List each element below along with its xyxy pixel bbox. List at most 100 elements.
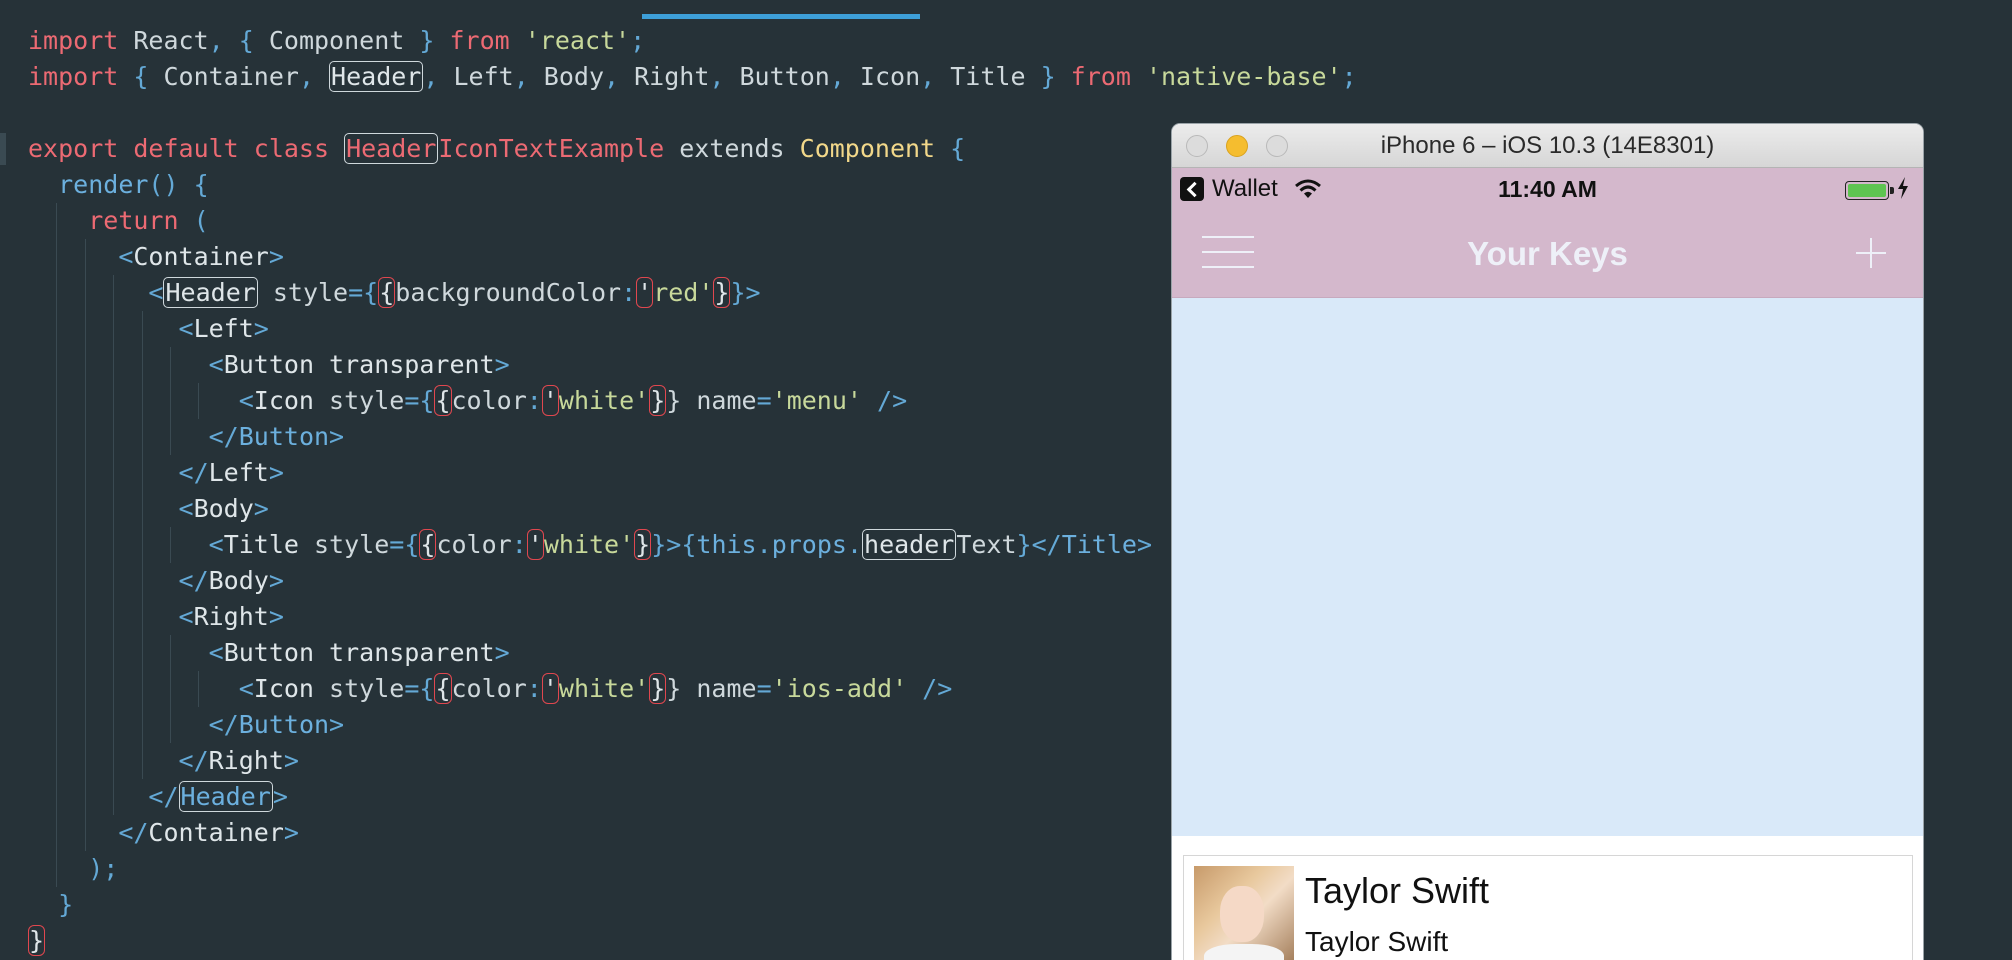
code-token: = xyxy=(756,674,772,703)
code-token: < xyxy=(238,386,254,415)
card-subtitle: Taylor Swift xyxy=(1305,926,1449,957)
code-token: ' xyxy=(541,673,559,704)
code-token: }</ xyxy=(1016,530,1062,559)
code-token: Header xyxy=(344,133,439,164)
code-token: ( xyxy=(178,206,209,235)
code-token: ' xyxy=(619,530,635,559)
code-token: color xyxy=(451,386,527,415)
code-token: Right xyxy=(208,746,284,775)
code-token: , xyxy=(604,62,635,91)
code-token: </ xyxy=(178,566,209,595)
code-token: Body xyxy=(208,566,269,595)
card-title: Taylor Swift xyxy=(1305,870,1490,911)
code-token: = xyxy=(389,530,405,559)
code-token: > xyxy=(272,782,288,811)
code-token: { xyxy=(419,674,435,703)
code-token: Title xyxy=(950,62,1026,91)
code-token: white xyxy=(558,674,635,703)
code-token: > xyxy=(494,638,510,667)
code-token: , xyxy=(423,62,454,91)
code-token: </ xyxy=(208,710,239,739)
code-token: > xyxy=(268,458,284,487)
code-token: ' xyxy=(526,529,544,560)
code-token: props xyxy=(771,530,847,559)
code-line: <Body> xyxy=(28,491,1357,527)
code-line: </Button> xyxy=(28,707,1357,743)
add-icon[interactable] xyxy=(1852,234,1890,272)
code-token: < xyxy=(208,350,224,379)
code-token: </ xyxy=(178,746,209,775)
code-line: <Container> xyxy=(28,239,1357,275)
code-token: Title xyxy=(1061,530,1137,559)
ios-simulator-window: iPhone 6 – iOS 10.3 (14E8301) Wallet 11:… xyxy=(1172,124,1923,960)
code-token: ' xyxy=(634,386,650,415)
code-token: import xyxy=(28,26,119,55)
code-token: Header xyxy=(178,781,273,812)
list-item[interactable]: Taylor Swift Taylor Swift xyxy=(1183,855,1913,960)
code-token: { xyxy=(681,530,697,559)
charging-bolt-icon xyxy=(1898,177,1908,199)
code-token: , xyxy=(513,62,544,91)
code-token: ' xyxy=(634,674,650,703)
code-token: import xyxy=(28,62,119,91)
code-line: import { Container, Header, Left, Body, … xyxy=(28,59,1357,95)
code-token: render xyxy=(58,170,149,199)
code-line: <Icon style={{color:'white'}} name='menu… xyxy=(28,383,1357,419)
code-token: export default class xyxy=(28,134,345,163)
code-token: Body xyxy=(543,62,605,91)
code-token: { xyxy=(419,529,437,560)
code-token: } xyxy=(28,925,46,956)
code-line: </Body> xyxy=(28,563,1357,599)
code-token: { xyxy=(118,62,164,91)
code-token: 'native-base' xyxy=(1145,62,1342,91)
code-token: extends xyxy=(664,134,800,163)
code-token: = xyxy=(348,278,364,307)
code-token: , { xyxy=(208,26,269,55)
code-token: } xyxy=(713,277,731,308)
code-token: { xyxy=(434,673,452,704)
code-token: style xyxy=(314,386,405,415)
code-token: from xyxy=(449,26,510,55)
code-line: render() { xyxy=(28,167,1357,203)
code-token: . xyxy=(846,530,863,559)
code-line: import React, { Component } from 'react'… xyxy=(28,23,1357,59)
code-token: IconTextExample xyxy=(438,134,665,163)
code-token: : xyxy=(526,674,542,703)
code-token: Button transparent xyxy=(223,638,495,667)
code-token: Left xyxy=(208,458,269,487)
code-line: <Button transparent> xyxy=(28,347,1357,383)
code-token: : xyxy=(526,386,542,415)
code-token: { xyxy=(363,278,379,307)
code-token: React xyxy=(118,26,209,55)
code-token: } name xyxy=(666,674,757,703)
code-token: Component xyxy=(268,26,405,55)
code-token: : xyxy=(511,530,527,559)
code-line: <Title style={{color:'white'}}>{this.pro… xyxy=(28,527,1357,563)
code-token: , xyxy=(298,62,330,91)
code-token: { xyxy=(434,385,452,416)
code-token: return xyxy=(88,206,179,235)
code-token: } name xyxy=(666,386,757,415)
code-token: : xyxy=(621,278,637,307)
code-token: /> xyxy=(907,674,953,703)
code-token: , xyxy=(920,62,951,91)
code-line: </Right> xyxy=(28,743,1357,779)
code-token: , xyxy=(829,62,860,91)
code-token: 'react' xyxy=(524,26,631,55)
code-line: <Left> xyxy=(28,311,1357,347)
code-line: <Header style={{backgroundColor:'red'}}> xyxy=(28,275,1357,311)
code-token: ' xyxy=(541,385,559,416)
code-area[interactable]: import React, { Component } from 'react'… xyxy=(28,23,1357,959)
